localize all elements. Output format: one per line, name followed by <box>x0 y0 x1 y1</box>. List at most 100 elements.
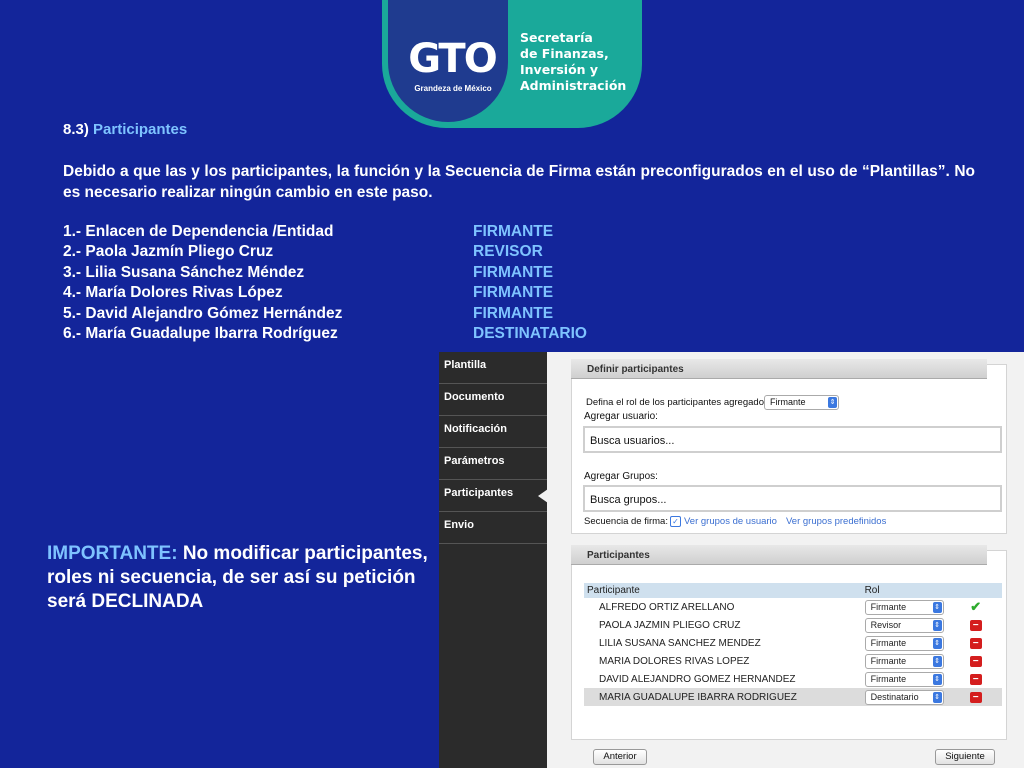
role-select[interactable]: Revisor ⇕ <box>864 617 944 633</box>
agency-name-line: Secretaría <box>520 30 593 45</box>
participant-role: REVISOR <box>473 243 543 261</box>
participant-list: 1.- Enlacen de Dependencia /Entidad FIRMA… <box>63 223 623 345</box>
chevron-down-icon: ⇕ <box>932 691 942 703</box>
participant-cell: MARIA GUADALUPE IBARRA RODRIGUEZ <box>584 688 862 706</box>
table-row: DAVID ALEJANDRO GOMEZ HERNANDEZ Firmante… <box>584 670 1002 688</box>
nav-item-plantilla[interactable]: Plantilla <box>439 352 547 384</box>
participant-name: 2.- Paola Jazmín Pliego Cruz <box>63 243 274 261</box>
table-row: LILIA SUSANA SANCHEZ MENDEZ Firmante ⇕ − <box>584 634 1002 652</box>
chevron-down-icon: ⇕ <box>932 619 942 631</box>
participant-name: 6.- María Guadalupe Ibarra Rodríguez <box>63 324 338 342</box>
define-participants-panel: Definir participantes Defina el rol de l… <box>571 359 1007 534</box>
section-number: 8.3) <box>63 121 89 138</box>
app-screenshot: Plantilla Documento Notificación Parámet… <box>439 352 1024 768</box>
gto-emblem: GTO Grandeza de México <box>388 0 508 122</box>
participant-cell: DAVID ALEJANDRO GOMEZ HERNANDEZ <box>599 673 796 685</box>
check-icon[interactable]: ✔ <box>970 600 982 613</box>
chevron-down-icon: ⇕ <box>828 397 837 408</box>
table-row: MARIA DOLORES RIVAS LOPEZ Firmante ⇕ − <box>584 652 1002 670</box>
participant-list-item: 6.- María Guadalupe Ibarra Rodríguez DEST… <box>63 325 623 345</box>
participant-list-item: 4.- María Dolores Rivas López FIRMANTE <box>63 284 623 304</box>
participant-list-item: 2.- Paola Jazmín Pliego Cruz REVISOR <box>63 243 623 263</box>
role-select-value: Firmante <box>870 655 907 666</box>
view-predefined-groups-link[interactable]: Ver grupos predefinidos <box>786 516 886 527</box>
agency-name: Secretaría de Finanzas, Inversión y Admi… <box>520 30 638 94</box>
nav-item-parametros[interactable]: Parámetros <box>439 448 547 480</box>
table-row: ALFREDO ORTIZ ARELLANO Firmante ⇕ ✔ <box>584 598 1002 616</box>
view-user-groups-link[interactable]: Ver grupos de usuario <box>684 516 777 527</box>
role-select-value: Revisor <box>870 619 902 630</box>
role-select-value: Firmante <box>870 637 907 648</box>
participant-list-item: 3.- Lilia Susana Sánchez Méndez FIRMANTE <box>63 264 623 284</box>
table-row: MARIA GUADALUPE IBARRA RODRIGUEZ Destina… <box>584 688 1002 706</box>
participants-panel: Participantes Participante Rol ALFREDO O… <box>571 545 1007 740</box>
participant-name: 1.- Enlacen de Dependencia /Entidad <box>63 223 334 240</box>
important-keyword: IMPORTANTE: <box>47 543 178 564</box>
wizard-sidebar: Plantilla Documento Notificación Parámet… <box>439 352 548 768</box>
participants-table: Participante Rol ALFREDO ORTIZ ARELLANO … <box>584 583 1002 706</box>
sequence-label: Secuencia de firma: <box>584 516 668 527</box>
participants-panel-header: Participantes <box>571 545 987 565</box>
participant-role: FIRMANTE <box>473 223 554 240</box>
important-warning: IMPORTANTE: No modificar participantes, … <box>47 542 437 614</box>
add-group-label: Agregar Grupos: <box>584 471 658 482</box>
add-user-label: Agregar usuario: <box>584 411 658 422</box>
sequence-checkbox[interactable]: ✓ <box>670 516 681 527</box>
agency-name-line: Inversión y <box>520 62 599 77</box>
search-groups-input[interactable]: Busca grupos... <box>583 485 1002 512</box>
chevron-down-icon: ⇕ <box>932 673 942 685</box>
chevron-down-icon: ⇕ <box>932 637 942 649</box>
search-users-input[interactable]: Busca usuarios... <box>583 426 1002 453</box>
nav-item-notificacion[interactable]: Notificación <box>439 416 547 448</box>
remove-icon[interactable]: − <box>969 673 982 685</box>
role-select[interactable]: Destinatario ⇕ <box>864 689 944 705</box>
define-participants-header: Definir participantes <box>571 359 987 379</box>
nav-item-documento[interactable]: Documento <box>439 384 547 416</box>
chevron-down-icon: ⇕ <box>932 601 942 613</box>
previous-button[interactable]: Anterior <box>593 749 647 765</box>
instruction-paragraph: Debido a que las y los participantes, la… <box>63 163 975 201</box>
nav-item-envio[interactable]: Envio <box>439 512 547 544</box>
default-role-value: Firmante <box>770 397 806 407</box>
participant-list-item: 5.- David Alejandro Gómez Hernández FIRMA… <box>63 305 623 325</box>
participant-name: 3.- Lilia Susana Sánchez Méndez <box>63 263 305 281</box>
column-header-role: Rol <box>861 583 967 598</box>
wizard-content: Definir participantes Defina el rol de l… <box>547 352 1024 768</box>
role-select-value: Destinatario <box>870 691 919 702</box>
table-header-row: Participante Rol <box>584 583 1002 598</box>
section-title: 8.3) Participantes <box>63 121 187 138</box>
participant-cell: PAOLA JAZMIN PLIEGO CRUZ <box>599 619 741 631</box>
next-button[interactable]: Siguiente <box>935 749 995 765</box>
remove-icon[interactable]: − <box>969 691 982 703</box>
agency-logo: GTO Grandeza de México Secretaría de Fin… <box>382 0 642 128</box>
role-select[interactable]: Firmante ⇕ <box>864 635 944 651</box>
role-select-value: Firmante <box>870 601 907 612</box>
remove-icon[interactable]: − <box>969 655 982 667</box>
participant-cell: ALFREDO ORTIZ ARELLANO <box>599 601 735 613</box>
column-header-actions <box>966 583 1002 598</box>
participant-cell: MARIA DOLORES RIVAS LOPEZ <box>599 655 750 667</box>
nav-item-participantes[interactable]: Participantes <box>439 480 548 512</box>
role-prompt: Defina el rol de los participantes agreg… <box>586 397 772 408</box>
table-row: PAOLA JAZMIN PLIEGO CRUZ Revisor ⇕ − <box>584 616 1002 634</box>
remove-icon[interactable]: − <box>969 619 982 631</box>
role-select[interactable]: Firmante ⇕ <box>864 671 944 687</box>
participant-list-item: 1.- Enlacen de Dependencia /Entidad FIRMA… <box>63 223 623 243</box>
participant-cell: LILIA SUSANA SANCHEZ MENDEZ <box>599 637 761 649</box>
participant-role: FIRMANTE <box>473 284 554 302</box>
gto-tagline: Grandeza de México <box>414 84 492 93</box>
agency-name-line: Administración <box>520 78 627 93</box>
role-select[interactable]: Firmante ⇕ <box>864 653 944 669</box>
default-role-select[interactable]: Firmante ⇕ <box>764 395 839 410</box>
agency-name-line: de Finanzas, <box>520 46 609 61</box>
participant-role: FIRMANTE <box>473 263 554 281</box>
gto-mark: GTO <box>408 36 497 82</box>
column-header-participant: Participante <box>584 583 862 598</box>
participant-role: FIRMANTE <box>473 304 554 322</box>
remove-icon[interactable]: − <box>969 637 982 649</box>
role-select[interactable]: Firmante ⇕ <box>864 599 944 615</box>
participant-name: 5.- David Alejandro Gómez Hernández <box>63 304 343 322</box>
section-name: Participantes <box>93 121 188 138</box>
chevron-down-icon: ⇕ <box>932 655 942 667</box>
role-select-value: Firmante <box>870 673 907 684</box>
